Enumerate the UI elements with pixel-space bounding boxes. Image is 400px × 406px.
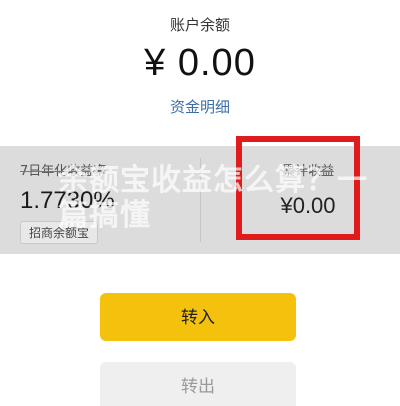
highlight-box (236, 136, 360, 240)
stats-divider (200, 158, 201, 242)
balance-label: 账户余额 (169, 16, 230, 34)
balance-amount: ¥ 0.00 (144, 42, 256, 84)
annual-yield-label: 7日年化收益率 (20, 164, 107, 179)
fund-chip[interactable]: 招商余额宝 (20, 221, 99, 244)
annual-yield-value: 1.7730% (20, 187, 115, 214)
balance-page: 账户余额 ¥ 0.00 资金明细 7日年化收益率 1.7730% 招商余额宝 累… (0, 0, 400, 406)
transfer-out-button[interactable]: 转出 (100, 362, 296, 406)
fund-details-link[interactable]: 资金明细 (0, 96, 400, 117)
annual-yield-block: 7日年化收益率 1.7730% 招商余额宝 (20, 160, 190, 244)
transfer-in-button[interactable]: 转入 (100, 293, 296, 341)
